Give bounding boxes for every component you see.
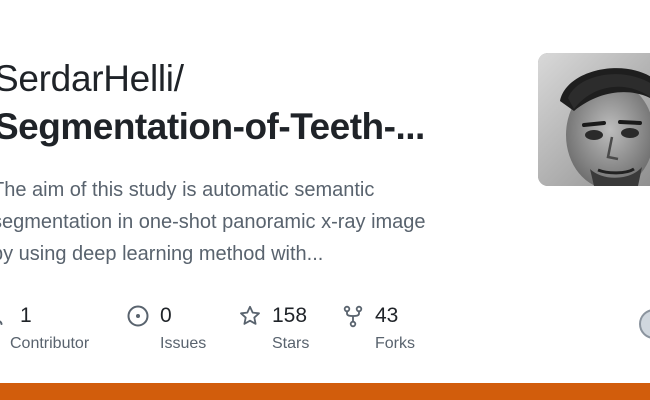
star-icon [238, 304, 262, 328]
stat-value: 0 [160, 304, 172, 327]
people-icon [0, 304, 10, 328]
description-line: segmentation in one-shot panoramic x-ray… [0, 211, 426, 233]
description-line: The aim of this study is automatic seman… [0, 179, 375, 201]
stat-label: Issues [160, 335, 207, 352]
stat-value: 43 [375, 304, 399, 327]
fork-icon [341, 304, 365, 328]
language-color-bar [0, 383, 650, 400]
repo-social-card: SerdarHelli/ Segmentation-of-Teeth-... T… [0, 0, 650, 400]
stat-forks[interactable]: 43 Forks [341, 300, 415, 353]
stat-stars[interactable]: 158 Stars [238, 300, 309, 353]
github-logo-icon [639, 309, 650, 339]
owner-avatar[interactable] [538, 53, 650, 186]
issue-icon [126, 304, 150, 328]
stat-issues[interactable]: 0 Issues [126, 300, 206, 353]
stat-value: 1 [20, 304, 32, 327]
stat-contributors[interactable]: 1 Contributor [0, 300, 89, 353]
user-avatar-photo-icon [538, 53, 650, 186]
repo-owner[interactable]: SerdarHelli/ [0, 58, 184, 100]
repo-description: The aim of this study is automatic seman… [0, 174, 482, 270]
stat-value: 158 [272, 304, 308, 327]
stat-label: Contributor [10, 335, 90, 352]
repo-name[interactable]: Segmentation-of-Teeth-... [0, 106, 425, 148]
description-line: by using deep learning method with... [0, 243, 324, 265]
stat-label: Stars [272, 335, 310, 352]
stat-label: Forks [375, 335, 415, 352]
